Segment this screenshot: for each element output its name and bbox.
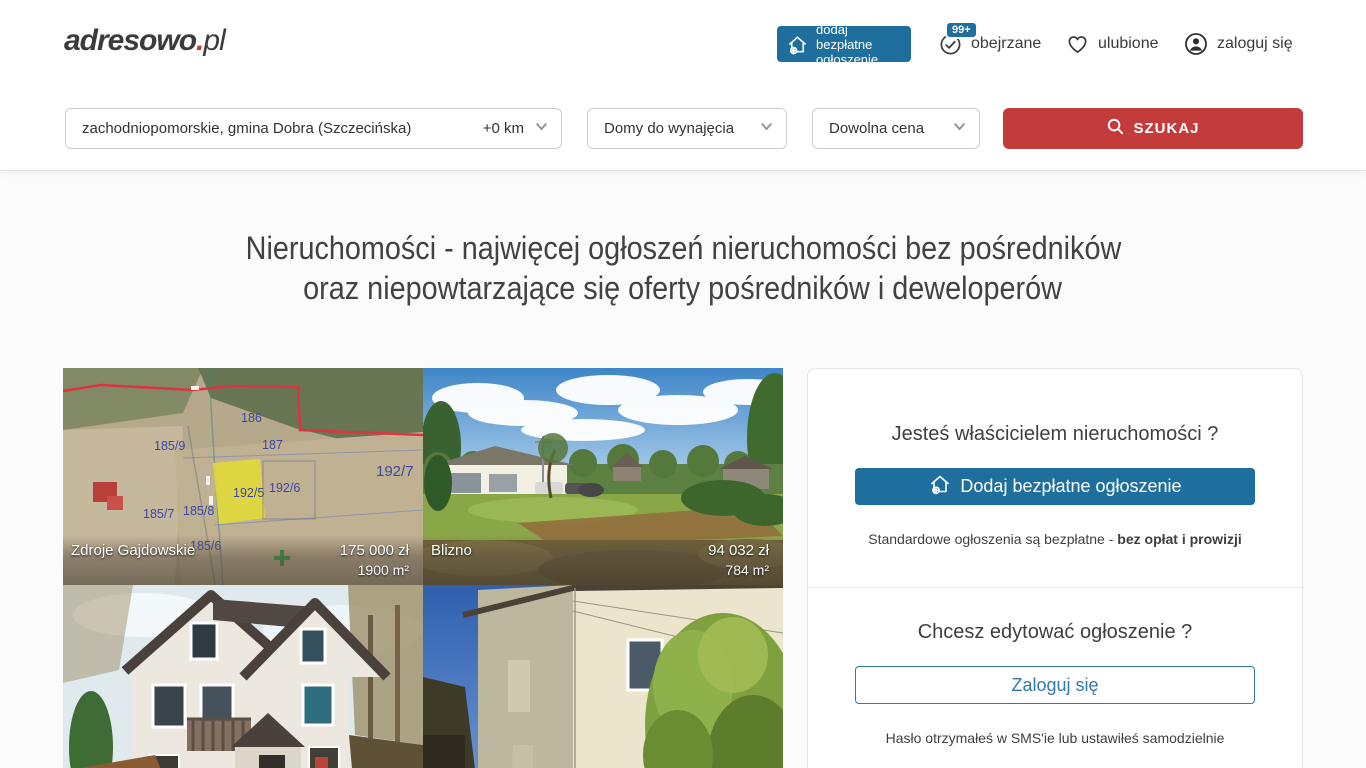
- svg-text:187: 187: [262, 438, 283, 452]
- sidebar-add-listing-button[interactable]: Dodaj bezpłatne ogłoszenie: [855, 468, 1255, 505]
- sidebar-divider: [808, 587, 1302, 588]
- sidebar-login-label: Zaloguj się: [1011, 675, 1098, 696]
- heart-icon: [1066, 33, 1089, 56]
- owner-panel-note: Standardowe ogłoszenia są bezpłatne - be…: [808, 531, 1302, 547]
- search-button-label: SZUKAJ: [1133, 120, 1199, 137]
- sidebar-login-button[interactable]: Zaloguj się: [855, 666, 1255, 704]
- property-type-select[interactable]: Domy do wynajęcia: [587, 108, 787, 149]
- listing-card[interactable]: Pyki, ul. Graniczna 379 000 zł: [423, 585, 783, 768]
- svg-text:185/7: 185/7: [143, 507, 174, 521]
- listing-card[interactable]: 185/9 186 187 192/7 192/5 192/6 185/7 18…: [63, 368, 423, 585]
- svg-text:192/5: 192/5: [233, 486, 264, 500]
- edit-panel-note: Hasło otrzymałeś w SMS'ie lub ustawiłeś …: [808, 730, 1302, 746]
- price-select[interactable]: Dowolna cena: [812, 108, 980, 149]
- favorites-link[interactable]: ulubione: [1066, 31, 1159, 57]
- login-link[interactable]: zaloguj się: [1184, 31, 1293, 57]
- viewed-link[interactable]: 99+ obejrzane: [939, 31, 1041, 57]
- svg-text:185/8: 185/8: [183, 504, 214, 518]
- listing-area: 784 m²: [708, 561, 769, 580]
- search-button[interactable]: SZUKAJ: [1003, 108, 1303, 149]
- owner-panel: Jesteś właścicielem nieruchomości ? Doda…: [807, 368, 1303, 768]
- listing-name: Zdroje Gajdowskie: [71, 541, 195, 561]
- viewed-count-badge: 99+: [947, 23, 976, 37]
- listing-name: Blizno: [431, 541, 472, 561]
- listing-overlay: Zdroje Gajdowskie 175 000 zł 1900 m²: [63, 535, 423, 585]
- property-type-value: Domy do wynajęcia: [604, 120, 734, 137]
- favorites-label: ulubione: [1098, 35, 1159, 53]
- add-listing-label: dodaj bezpłatneogłoszenie: [816, 22, 902, 67]
- sidebar-add-listing-label: Dodaj bezpłatne ogłoszenie: [960, 476, 1181, 497]
- logo-tld: pl: [203, 24, 224, 57]
- price-value: Dowolna cena: [829, 120, 924, 137]
- location-select[interactable]: zachodniopomorskie, gmina Dobra (Szczeci…: [65, 108, 562, 149]
- listing-price: 175 000 zł: [340, 541, 409, 561]
- header: adresowo.pl dodaj bezpłatneogłoszenie 99…: [0, 0, 1366, 171]
- logo[interactable]: adresowo.pl: [64, 24, 225, 58]
- house-add-icon: [928, 472, 952, 501]
- location-radius: +0 km: [483, 120, 534, 137]
- svg-text:192/6: 192/6: [269, 481, 300, 495]
- svg-text:192/7: 192/7: [376, 463, 414, 480]
- svg-text:185/9: 185/9: [154, 439, 185, 453]
- add-listing-button[interactable]: dodaj bezpłatneogłoszenie: [777, 26, 911, 62]
- owner-panel-title: Jesteś właścicielem nieruchomości ?: [808, 423, 1302, 446]
- page-title: Nieruchomości - najwięcej ogłoszeń nieru…: [0, 228, 1366, 308]
- login-label: zaloguj się: [1217, 35, 1293, 53]
- chevron-down-icon: [534, 119, 549, 138]
- location-value: zachodniopomorskie, gmina Dobra (Szczeci…: [82, 120, 411, 137]
- listing-photo-house-side: [423, 585, 783, 768]
- user-circle-icon: [1184, 32, 1208, 56]
- check-circle-icon: 99+: [939, 33, 962, 56]
- search-icon: [1106, 117, 1125, 140]
- listing-card[interactable]: Zakrzewo Kościelne 1 250 000 zł: [63, 585, 423, 768]
- chevron-down-icon: [759, 119, 774, 138]
- viewed-label: obejrzane: [971, 35, 1041, 53]
- chevron-down-icon: [952, 119, 967, 138]
- listing-card[interactable]: Blizno 94 032 zł 784 m²: [423, 368, 783, 585]
- page: adresowo.pl dodaj bezpłatneogłoszenie 99…: [0, 0, 1366, 768]
- house-add-icon: [786, 33, 809, 56]
- logo-main: adresowo: [64, 24, 196, 57]
- listing-price: 94 032 zł: [708, 541, 769, 561]
- listing-photo-house: [63, 585, 423, 768]
- svg-text:186: 186: [241, 411, 262, 425]
- edit-panel-title: Chcesz edytować ogłoszenie ?: [808, 621, 1302, 644]
- listing-area: 1900 m²: [340, 561, 409, 580]
- listing-overlay: Blizno 94 032 zł 784 m²: [423, 535, 783, 585]
- search-bar: zachodniopomorskie, gmina Dobra (Szczeci…: [65, 108, 1303, 149]
- listings-grid: 185/9 186 187 192/7 192/5 192/6 185/7 18…: [63, 368, 783, 768]
